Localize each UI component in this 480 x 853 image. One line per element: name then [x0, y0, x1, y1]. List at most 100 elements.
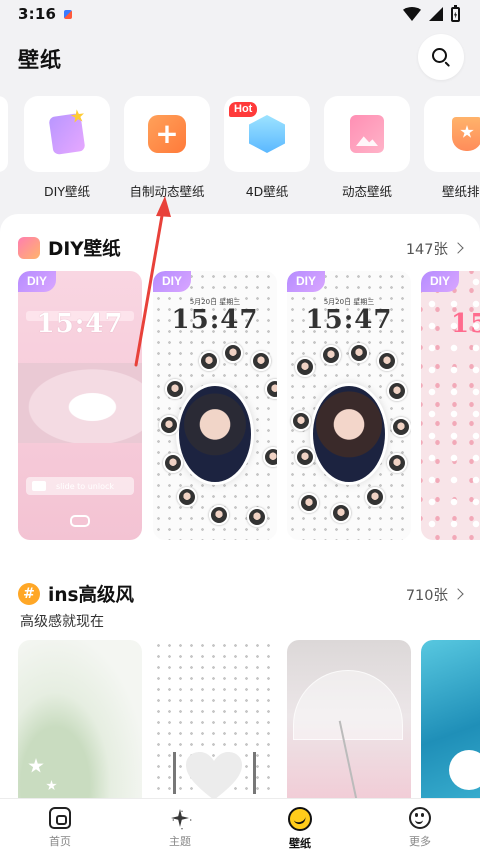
- wifi-icon: [403, 7, 421, 21]
- notification-icon: [64, 9, 73, 19]
- avatar: [387, 453, 407, 473]
- trophy-icon: [452, 117, 480, 151]
- chevron-right-icon: [452, 588, 464, 600]
- category-label: 自制动态壁纸: [129, 184, 205, 199]
- avatar: [223, 343, 243, 363]
- avatar: [263, 447, 277, 467]
- wallpaper-icon: [288, 807, 312, 831]
- home-icon: [49, 807, 71, 829]
- category-item-ranking[interactable]: 壁纸排行: [423, 96, 480, 200]
- avatar: [209, 505, 229, 525]
- fork-icon: [173, 752, 176, 794]
- category-item-4d[interactable]: Hot 4D壁纸: [223, 96, 311, 200]
- nav-label: 更多: [409, 835, 431, 848]
- section-count: 147张: [405, 241, 448, 258]
- category-label: 4D壁纸: [245, 184, 289, 199]
- avatar: [377, 351, 397, 371]
- avatar: [159, 415, 179, 435]
- wallpaper-tile[interactable]: [18, 640, 142, 810]
- avatar: [365, 487, 385, 507]
- knife-icon: [253, 752, 256, 794]
- avatar: [299, 493, 319, 513]
- portrait-photo: [313, 386, 385, 482]
- section-title: DIY壁纸: [48, 239, 121, 260]
- avatar: [251, 351, 271, 371]
- avatar: [295, 447, 315, 467]
- hot-badge: Hot: [229, 102, 258, 117]
- slide-to-unlock-text: slide to unlock: [56, 481, 115, 491]
- nav-label: 首页: [49, 835, 71, 848]
- category-item-partial[interactable]: [0, 96, 8, 172]
- category-card: [324, 96, 410, 172]
- more-icon: [409, 807, 431, 829]
- avatar: [163, 453, 183, 473]
- nav-item-more[interactable]: 更多: [360, 799, 480, 853]
- content-panel: DIY壁纸 147张 15:47 slide to unlock DIY 5月2…: [0, 214, 480, 853]
- wallpaper-tile[interactable]: [287, 640, 411, 810]
- avatar: [177, 487, 197, 507]
- umbrella: [293, 670, 403, 740]
- page-title: 壁纸: [18, 48, 62, 72]
- category-item-live[interactable]: 动态壁纸: [323, 96, 411, 200]
- avatar: [165, 379, 185, 399]
- diy-badge: DIY: [421, 271, 460, 292]
- star-icon: [28, 758, 44, 773]
- avatar: [247, 507, 267, 527]
- nav-item-wallpaper[interactable]: 壁纸: [240, 799, 360, 853]
- diy-badge: DIY: [18, 271, 57, 292]
- avatar: [331, 503, 351, 523]
- wallpaper-tile[interactable]: 15 DIY: [421, 271, 480, 540]
- photo-cards-icon: [350, 115, 384, 153]
- avatar: [387, 381, 407, 401]
- section-count: 710张: [405, 587, 448, 604]
- section-subtitle: 高级感就现在: [20, 614, 104, 630]
- wallpaper-tile[interactable]: 5月20日 星期三 15:47 DIY: [153, 271, 277, 540]
- category-item-diy[interactable]: DIY壁纸: [23, 96, 111, 200]
- bunny-photo: [18, 363, 142, 443]
- diy-badge: DIY: [287, 271, 326, 292]
- search-button[interactable]: [418, 34, 464, 80]
- section-header-diy[interactable]: DIY壁纸 147张: [18, 233, 464, 263]
- wallpaper-tile[interactable]: [153, 640, 277, 810]
- avatar: [265, 379, 277, 399]
- wallpaper-tile[interactable]: [421, 640, 480, 810]
- nav-label: 主题: [169, 835, 191, 848]
- diy-badge: DIY: [153, 271, 192, 292]
- portrait-photo: [179, 386, 251, 482]
- cube-icon: [249, 115, 285, 153]
- header: 壁纸: [0, 30, 480, 84]
- clock-time: 15:47: [36, 309, 124, 339]
- category-card: +: [124, 96, 210, 172]
- category-label: DIY壁纸: [44, 184, 90, 199]
- nav-label: 壁纸: [289, 837, 311, 850]
- status-time: 3:16: [18, 5, 57, 23]
- avatar: [391, 417, 411, 437]
- clock-time: 15:47: [171, 305, 259, 335]
- star-icon: [46, 780, 57, 791]
- category-label: 壁纸排行: [441, 184, 480, 199]
- category-item-custom-live[interactable]: + 自制动态壁纸: [123, 96, 211, 200]
- category-card: [24, 96, 110, 172]
- wallpaper-tile[interactable]: 15:47 slide to unlock DIY: [18, 271, 142, 540]
- plush-toy: [449, 750, 480, 790]
- nav-item-home[interactable]: 首页: [0, 799, 120, 853]
- signal-icon: [429, 7, 443, 21]
- category-label: 动态壁纸: [341, 184, 392, 199]
- clock-time: 15:47: [305, 305, 393, 335]
- clock-time: 15: [451, 309, 480, 339]
- plus-icon: +: [148, 115, 186, 153]
- avatar: [349, 343, 369, 363]
- status-bar: 3:16: [0, 0, 480, 28]
- section-header-ins[interactable]: # ins高级风 710张: [18, 579, 464, 609]
- wallpaper-tile[interactable]: 5月20日 星期三 15:47 DIY: [287, 271, 411, 540]
- category-card: [424, 96, 480, 172]
- hashtag-icon: #: [18, 583, 40, 605]
- section-title: ins高级风: [48, 585, 135, 606]
- bottom-nav: 首页 主题 壁纸 更多: [0, 798, 480, 853]
- nav-item-theme[interactable]: 主题: [120, 799, 240, 853]
- avatar: [295, 357, 315, 377]
- avatar: [321, 345, 341, 365]
- magic-card-icon: [48, 112, 86, 156]
- search-icon: [431, 47, 451, 68]
- diy-section-icon: [18, 237, 40, 259]
